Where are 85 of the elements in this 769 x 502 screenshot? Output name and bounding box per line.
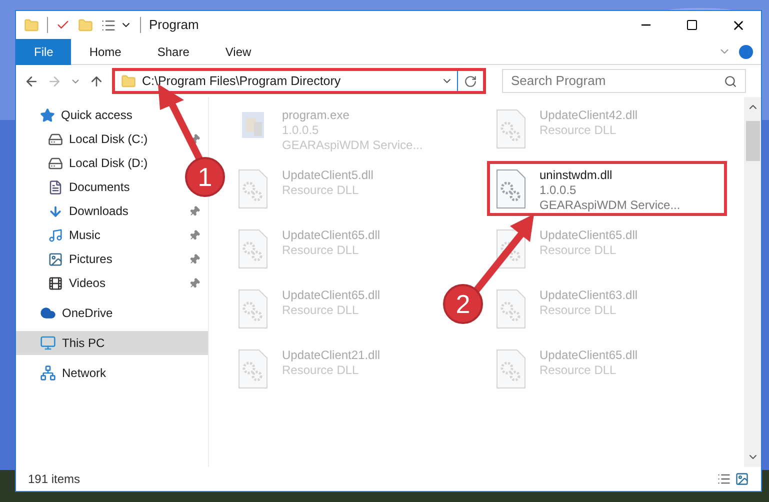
file-name: UpdateClient65.dll [540, 228, 638, 243]
file-name: UpdateClient21.dll [282, 348, 380, 363]
search-icon [724, 74, 737, 88]
music-icon [48, 228, 63, 242]
star-icon [40, 108, 55, 122]
sidebar-label: This PC [62, 335, 106, 352]
large-icons-view-icon[interactable] [735, 472, 749, 486]
file-detail: GEARAspiWDM Service... [540, 198, 680, 213]
maximize-icon [686, 19, 698, 31]
file-name: UpdateClient65.dll [282, 288, 380, 303]
details-view-icon[interactable] [717, 472, 731, 486]
sidebar-label: Pictures [69, 251, 114, 268]
sidebar-item[interactable]: Videos [16, 271, 208, 295]
file-detail: Resource DLL [540, 303, 618, 318]
file-name: program.exe [282, 108, 350, 123]
view-icon[interactable] [101, 18, 116, 32]
file-item[interactable]: uninstwdm.dll 1.0.0.5 GEARAspiWDM Service... [486, 161, 726, 216]
sidebar-item[interactable]: This PC [16, 331, 208, 355]
sidebar-item[interactable]: Documents [16, 175, 138, 199]
sidebar-item[interactable]: Network [16, 361, 114, 385]
file-name: UpdateClient5.dll [282, 168, 374, 183]
gear-file-icon [236, 288, 270, 330]
item-count: 191 items [28, 471, 82, 488]
ribbon-tab[interactable]: Share [139, 38, 208, 64]
file-detail: GEARAspiWDM Service... [282, 138, 423, 153]
gear-file-icon [494, 288, 528, 330]
scrollbar[interactable] [744, 97, 761, 467]
sidebar-label: Local Disk (D:) [69, 155, 148, 172]
file-detail: Resource DLL [540, 123, 618, 138]
gear-file-icon [236, 168, 270, 210]
drive-icon [48, 132, 63, 146]
drive-icon [48, 156, 63, 170]
file-detail: Resource DLL [540, 363, 618, 378]
ribbon-tab[interactable]: File [16, 38, 72, 64]
sidebar-label: Videos [69, 275, 106, 292]
monitor-icon [40, 335, 56, 351]
sidebar-item[interactable]: Music [16, 223, 208, 247]
sidebar-label: Quick access [61, 107, 134, 124]
sidebar-item[interactable]: Local Disk (D:) [16, 151, 156, 175]
refresh-icon[interactable] [464, 74, 477, 88]
file-detail: 1.0.0.5 [282, 123, 320, 138]
file-name: UpdateClient42.dll [540, 108, 638, 123]
sidebar-item[interactable]: OneDrive [16, 301, 121, 325]
address-bar[interactable]: C:\Program Files\Program Directory [112, 68, 486, 94]
file-name: UpdateClient65.dll [540, 348, 638, 363]
sidebar-item[interactable]: Local Disk (C:) [16, 127, 208, 151]
picture-icon [48, 252, 63, 266]
scrollbar-thumb[interactable] [746, 121, 760, 161]
search-field[interactable]: Search Program [502, 69, 746, 93]
film-icon [48, 276, 63, 290]
gear-file-icon [494, 108, 528, 150]
sidebar-label: Local Disk (C:) [69, 131, 149, 148]
file-name: UpdateClient63.dll [540, 288, 638, 303]
file-detail: Resource DLL [282, 363, 360, 378]
network-icon [40, 365, 56, 381]
folder-icon [121, 74, 136, 88]
file-detail: Resource DLL [540, 243, 618, 258]
address-path: C:\Program Files\Program Directory [142, 72, 342, 90]
gear-file-icon [494, 168, 528, 210]
file-name: UpdateClient65.dll [282, 228, 380, 243]
sidebar-item[interactable]: Quick access [16, 103, 208, 127]
file-detail: Resource DLL [282, 183, 360, 198]
file-detail: Resource DLL [282, 243, 360, 258]
sidebar-label: Music [69, 227, 102, 244]
file-detail: 1.0.0.5 [540, 183, 578, 198]
sidebar-label: Network [62, 365, 106, 382]
file-name: uninstwdm.dll [540, 168, 614, 183]
ribbon-tab[interactable]: View [207, 38, 270, 64]
download-icon [48, 204, 63, 218]
sidebar-label: OneDrive [62, 305, 113, 322]
up-icon[interactable] [89, 74, 104, 88]
sidebar-label: Downloads [69, 203, 130, 220]
sidebar-item[interactable]: Downloads [16, 199, 208, 223]
gear-file-icon [236, 228, 270, 270]
search-input[interactable]: Search Program [511, 71, 724, 91]
back-icon[interactable] [24, 74, 39, 88]
window-title: Program [149, 16, 199, 34]
gear-file-icon [494, 348, 528, 390]
gear-file-icon [236, 348, 270, 390]
sidebar-item[interactable]: Pictures [16, 247, 208, 271]
ribbon-tab[interactable]: Home [71, 38, 140, 64]
file-detail: Resource DLL [282, 303, 360, 318]
document-icon [48, 180, 63, 194]
cloud-icon [40, 305, 56, 321]
sidebar-label: Documents [69, 179, 130, 196]
